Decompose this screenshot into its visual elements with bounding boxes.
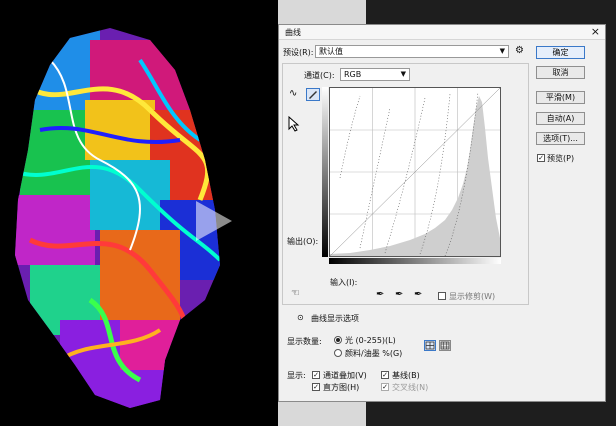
chevron-down-icon[interactable]: ⊙ xyxy=(297,313,304,322)
light-radio[interactable] xyxy=(334,336,342,344)
dialog-titlebar: 曲线 × xyxy=(279,25,605,40)
histogram-checkbox[interactable]: ✓ xyxy=(312,383,320,391)
histogram-label: 直方图(H) xyxy=(323,383,360,392)
show-clipping-label: 显示修剪(W) xyxy=(449,292,496,301)
cancel-button[interactable]: 取消 xyxy=(536,66,585,79)
preview-label: 预览(P) xyxy=(547,154,575,163)
preset-value: 默认值 xyxy=(319,47,343,56)
baseline-label: 基线(B) xyxy=(392,371,420,380)
cursor-icon xyxy=(288,116,300,132)
chevron-down-icon: ▼ xyxy=(499,47,505,55)
on-image-adjust-icon[interactable]: ☜ xyxy=(291,288,300,299)
gray-eyedropper-icon[interactable]: ✒ xyxy=(395,289,403,300)
pigment-radio[interactable] xyxy=(334,349,342,357)
channel-value: RGB xyxy=(344,70,362,79)
curve-display-options-label: 曲线显示选项 xyxy=(311,314,359,323)
ok-button[interactable]: 确定 xyxy=(536,46,585,59)
pigment-option-label: 颜料/油墨 %(G) xyxy=(345,349,403,358)
close-icon[interactable]: × xyxy=(591,25,600,38)
curve-point-tool-icon[interactable]: ∿ xyxy=(289,88,297,99)
input-gradient-bar xyxy=(329,258,501,264)
simple-grid-icon[interactable] xyxy=(424,340,436,351)
output-label: 输出(O): xyxy=(287,237,319,246)
dialog-title: 曲线 xyxy=(285,28,301,37)
channel-overlays-label: 通道叠加(V) xyxy=(323,371,367,380)
show-amount-label: 显示数量: xyxy=(287,337,322,346)
white-eyedropper-icon[interactable]: ✒ xyxy=(414,289,422,300)
preview-checkbox[interactable]: ✓ xyxy=(537,154,545,162)
show-label: 显示: xyxy=(287,371,306,380)
channel-select[interactable]: RGB ▼ xyxy=(340,68,410,81)
gear-icon[interactable]: ⚙ xyxy=(515,45,524,56)
show-clipping-checkbox[interactable] xyxy=(438,292,446,300)
curves-graph[interactable] xyxy=(329,87,501,257)
black-eyedropper-icon[interactable]: ✒ xyxy=(376,289,384,300)
channel-overlays-checkbox[interactable]: ✓ xyxy=(312,371,320,379)
light-option-label: 光 (0-255)(L) xyxy=(345,336,396,345)
auto-button[interactable]: 自动(A) xyxy=(536,112,585,125)
smooth-button[interactable]: 平滑(M) xyxy=(536,91,585,104)
channel-label: 通道(C): xyxy=(304,71,335,80)
preset-select[interactable]: 默认值 ▼ xyxy=(315,45,509,58)
options-button[interactable]: 选项(T)... xyxy=(536,132,585,145)
chevron-down-icon: ▼ xyxy=(400,70,406,78)
input-label: 输入(I): xyxy=(330,278,358,287)
intersection-line-checkbox[interactable]: ✓ xyxy=(381,383,389,391)
detailed-grid-icon[interactable] xyxy=(439,340,451,351)
pencil-tool-icon[interactable] xyxy=(306,88,320,101)
histogram-plot xyxy=(329,87,501,257)
output-gradient-bar xyxy=(322,87,328,257)
preset-label: 预设(R): xyxy=(283,48,314,57)
intersection-line-label: 交叉线(N) xyxy=(392,383,429,392)
play-icon[interactable] xyxy=(182,193,238,249)
baseline-checkbox[interactable]: ✓ xyxy=(381,371,389,379)
